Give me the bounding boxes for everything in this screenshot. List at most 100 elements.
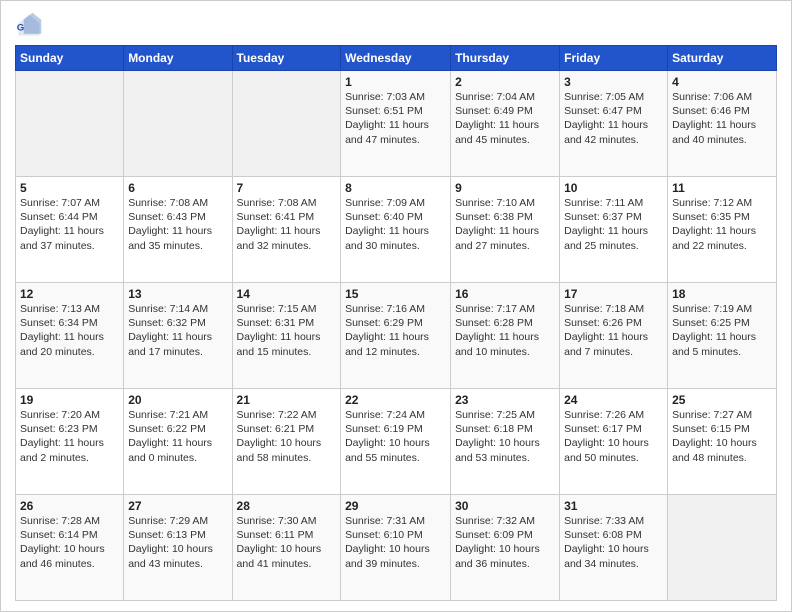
day-number: 6	[128, 181, 227, 195]
day-number: 7	[237, 181, 337, 195]
day-number: 17	[564, 287, 663, 301]
table-cell: 23Sunrise: 7:25 AMSunset: 6:18 PMDayligh…	[451, 389, 560, 495]
day-number: 14	[237, 287, 337, 301]
day-info: Sunrise: 7:33 AMSunset: 6:08 PMDaylight:…	[564, 514, 663, 571]
day-info: Sunrise: 7:15 AMSunset: 6:31 PMDaylight:…	[237, 302, 337, 359]
table-cell: 7Sunrise: 7:08 AMSunset: 6:41 PMDaylight…	[232, 177, 341, 283]
table-cell: 6Sunrise: 7:08 AMSunset: 6:43 PMDaylight…	[124, 177, 232, 283]
day-info: Sunrise: 7:11 AMSunset: 6:37 PMDaylight:…	[564, 196, 663, 253]
logo-icon: G	[15, 11, 43, 39]
day-number: 15	[345, 287, 446, 301]
day-number: 25	[672, 393, 772, 407]
col-friday: Friday	[560, 46, 668, 71]
day-number: 31	[564, 499, 663, 513]
table-cell: 29Sunrise: 7:31 AMSunset: 6:10 PMDayligh…	[341, 495, 451, 601]
day-info: Sunrise: 7:16 AMSunset: 6:29 PMDaylight:…	[345, 302, 446, 359]
day-info: Sunrise: 7:08 AMSunset: 6:41 PMDaylight:…	[237, 196, 337, 253]
day-number: 19	[20, 393, 119, 407]
day-info: Sunrise: 7:03 AMSunset: 6:51 PMDaylight:…	[345, 90, 446, 147]
table-cell: 22Sunrise: 7:24 AMSunset: 6:19 PMDayligh…	[341, 389, 451, 495]
day-number: 30	[455, 499, 555, 513]
table-cell	[668, 495, 777, 601]
calendar-week-row: 26Sunrise: 7:28 AMSunset: 6:14 PMDayligh…	[16, 495, 777, 601]
day-number: 23	[455, 393, 555, 407]
table-cell	[232, 71, 341, 177]
day-info: Sunrise: 7:19 AMSunset: 6:25 PMDaylight:…	[672, 302, 772, 359]
day-number: 1	[345, 75, 446, 89]
table-cell: 25Sunrise: 7:27 AMSunset: 6:15 PMDayligh…	[668, 389, 777, 495]
page: G Sunday Monday Tuesday Wednesday Thursd…	[0, 0, 792, 612]
day-number: 21	[237, 393, 337, 407]
table-cell	[16, 71, 124, 177]
table-cell: 4Sunrise: 7:06 AMSunset: 6:46 PMDaylight…	[668, 71, 777, 177]
table-cell: 17Sunrise: 7:18 AMSunset: 6:26 PMDayligh…	[560, 283, 668, 389]
day-info: Sunrise: 7:31 AMSunset: 6:10 PMDaylight:…	[345, 514, 446, 571]
day-info: Sunrise: 7:24 AMSunset: 6:19 PMDaylight:…	[345, 408, 446, 465]
table-cell: 18Sunrise: 7:19 AMSunset: 6:25 PMDayligh…	[668, 283, 777, 389]
logo: G	[15, 11, 47, 39]
table-cell: 30Sunrise: 7:32 AMSunset: 6:09 PMDayligh…	[451, 495, 560, 601]
day-info: Sunrise: 7:22 AMSunset: 6:21 PMDaylight:…	[237, 408, 337, 465]
table-cell: 10Sunrise: 7:11 AMSunset: 6:37 PMDayligh…	[560, 177, 668, 283]
day-number: 26	[20, 499, 119, 513]
day-info: Sunrise: 7:04 AMSunset: 6:49 PMDaylight:…	[455, 90, 555, 147]
calendar-header-row: Sunday Monday Tuesday Wednesday Thursday…	[16, 46, 777, 71]
day-info: Sunrise: 7:20 AMSunset: 6:23 PMDaylight:…	[20, 408, 119, 465]
day-number: 3	[564, 75, 663, 89]
day-info: Sunrise: 7:18 AMSunset: 6:26 PMDaylight:…	[564, 302, 663, 359]
day-info: Sunrise: 7:32 AMSunset: 6:09 PMDaylight:…	[455, 514, 555, 571]
col-thursday: Thursday	[451, 46, 560, 71]
day-info: Sunrise: 7:14 AMSunset: 6:32 PMDaylight:…	[128, 302, 227, 359]
day-number: 29	[345, 499, 446, 513]
day-info: Sunrise: 7:07 AMSunset: 6:44 PMDaylight:…	[20, 196, 119, 253]
table-cell: 14Sunrise: 7:15 AMSunset: 6:31 PMDayligh…	[232, 283, 341, 389]
table-cell: 1Sunrise: 7:03 AMSunset: 6:51 PMDaylight…	[341, 71, 451, 177]
table-cell: 2Sunrise: 7:04 AMSunset: 6:49 PMDaylight…	[451, 71, 560, 177]
table-cell: 19Sunrise: 7:20 AMSunset: 6:23 PMDayligh…	[16, 389, 124, 495]
table-cell: 27Sunrise: 7:29 AMSunset: 6:13 PMDayligh…	[124, 495, 232, 601]
col-sunday: Sunday	[16, 46, 124, 71]
day-info: Sunrise: 7:09 AMSunset: 6:40 PMDaylight:…	[345, 196, 446, 253]
day-number: 16	[455, 287, 555, 301]
col-monday: Monday	[124, 46, 232, 71]
table-cell: 16Sunrise: 7:17 AMSunset: 6:28 PMDayligh…	[451, 283, 560, 389]
table-cell: 5Sunrise: 7:07 AMSunset: 6:44 PMDaylight…	[16, 177, 124, 283]
calendar-week-row: 12Sunrise: 7:13 AMSunset: 6:34 PMDayligh…	[16, 283, 777, 389]
col-wednesday: Wednesday	[341, 46, 451, 71]
day-info: Sunrise: 7:13 AMSunset: 6:34 PMDaylight:…	[20, 302, 119, 359]
table-cell: 21Sunrise: 7:22 AMSunset: 6:21 PMDayligh…	[232, 389, 341, 495]
day-info: Sunrise: 7:12 AMSunset: 6:35 PMDaylight:…	[672, 196, 772, 253]
day-number: 8	[345, 181, 446, 195]
day-number: 4	[672, 75, 772, 89]
day-info: Sunrise: 7:21 AMSunset: 6:22 PMDaylight:…	[128, 408, 227, 465]
day-number: 12	[20, 287, 119, 301]
day-number: 18	[672, 287, 772, 301]
day-info: Sunrise: 7:08 AMSunset: 6:43 PMDaylight:…	[128, 196, 227, 253]
table-cell: 3Sunrise: 7:05 AMSunset: 6:47 PMDaylight…	[560, 71, 668, 177]
day-number: 13	[128, 287, 227, 301]
day-info: Sunrise: 7:27 AMSunset: 6:15 PMDaylight:…	[672, 408, 772, 465]
day-number: 20	[128, 393, 227, 407]
table-cell: 20Sunrise: 7:21 AMSunset: 6:22 PMDayligh…	[124, 389, 232, 495]
table-cell: 8Sunrise: 7:09 AMSunset: 6:40 PMDaylight…	[341, 177, 451, 283]
day-info: Sunrise: 7:29 AMSunset: 6:13 PMDaylight:…	[128, 514, 227, 571]
header: G	[15, 11, 777, 39]
table-cell: 11Sunrise: 7:12 AMSunset: 6:35 PMDayligh…	[668, 177, 777, 283]
calendar-week-row: 19Sunrise: 7:20 AMSunset: 6:23 PMDayligh…	[16, 389, 777, 495]
day-number: 27	[128, 499, 227, 513]
day-number: 10	[564, 181, 663, 195]
table-cell	[124, 71, 232, 177]
table-cell: 9Sunrise: 7:10 AMSunset: 6:38 PMDaylight…	[451, 177, 560, 283]
day-number: 24	[564, 393, 663, 407]
day-info: Sunrise: 7:10 AMSunset: 6:38 PMDaylight:…	[455, 196, 555, 253]
table-cell: 15Sunrise: 7:16 AMSunset: 6:29 PMDayligh…	[341, 283, 451, 389]
day-number: 28	[237, 499, 337, 513]
col-tuesday: Tuesday	[232, 46, 341, 71]
day-number: 22	[345, 393, 446, 407]
svg-text:G: G	[17, 22, 24, 33]
calendar-table: Sunday Monday Tuesday Wednesday Thursday…	[15, 45, 777, 601]
day-number: 5	[20, 181, 119, 195]
table-cell: 26Sunrise: 7:28 AMSunset: 6:14 PMDayligh…	[16, 495, 124, 601]
col-saturday: Saturday	[668, 46, 777, 71]
table-cell: 28Sunrise: 7:30 AMSunset: 6:11 PMDayligh…	[232, 495, 341, 601]
